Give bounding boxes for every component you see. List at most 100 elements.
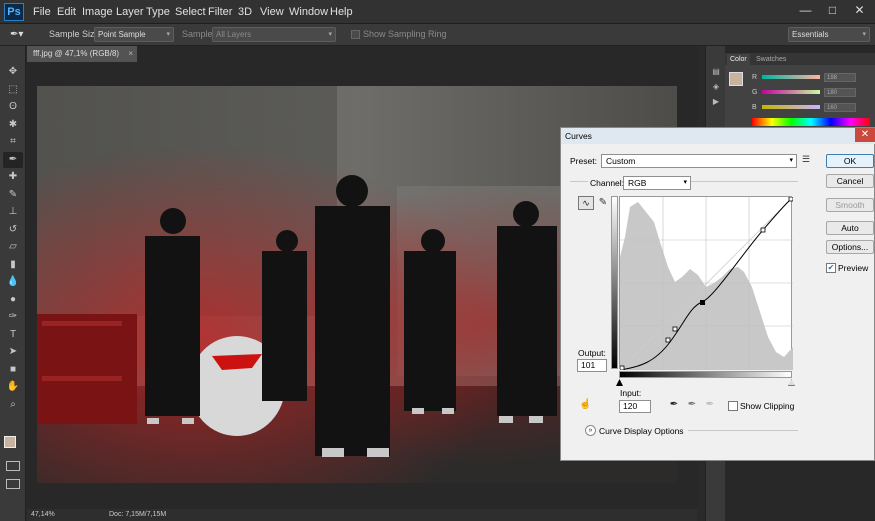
show-sampling-ring-checkbox[interactable] bbox=[351, 30, 360, 39]
move-icon[interactable]: ✥ bbox=[3, 64, 23, 80]
tab-swatches[interactable]: Swatches bbox=[753, 54, 789, 65]
channel-g-label: G bbox=[752, 89, 758, 96]
preview-label: Preview bbox=[838, 263, 869, 273]
gradient-icon[interactable]: ▮ bbox=[3, 257, 23, 273]
channel-g-slider[interactable] bbox=[762, 90, 820, 94]
menu-help[interactable]: Help bbox=[330, 4, 353, 20]
brush-icon[interactable]: ✎ bbox=[3, 187, 23, 203]
zoom-icon[interactable]: ⌕ bbox=[3, 397, 23, 413]
auto-button[interactable]: Auto bbox=[826, 221, 874, 235]
white-eyedropper-icon[interactable]: ✒ bbox=[704, 399, 716, 411]
healing-icon[interactable]: ✚ bbox=[3, 169, 23, 185]
dialog-title: Curves bbox=[561, 128, 875, 144]
menu-type[interactable]: Type bbox=[146, 4, 170, 20]
expand-chevron-icon[interactable]: » bbox=[585, 425, 596, 436]
menu-file[interactable]: File bbox=[33, 4, 51, 20]
menu-select[interactable]: Select bbox=[175, 4, 206, 20]
menu-window[interactable]: Window bbox=[289, 4, 328, 20]
lasso-icon[interactable]: ʘ bbox=[3, 99, 23, 115]
stamp-icon[interactable]: ⊥ bbox=[3, 204, 23, 220]
tab-color[interactable]: Color bbox=[727, 54, 750, 65]
targeted-adjustment-icon[interactable]: ☝ bbox=[579, 399, 593, 411]
pen-icon[interactable]: ✑ bbox=[3, 309, 23, 325]
preset-label: Preset: bbox=[570, 156, 597, 166]
channel-label: Channel: bbox=[588, 178, 627, 188]
curve-edit-points-icon[interactable]: ∿ bbox=[578, 196, 594, 210]
history-panel-icon[interactable]: ▤ bbox=[709, 66, 723, 77]
menu-bar: Ps File Edit Image Layer Type Select Fil… bbox=[0, 0, 875, 24]
status-bar: 47,14% Doc: 7,15M/7,15M bbox=[27, 509, 697, 521]
input-gradient-bar bbox=[619, 371, 792, 378]
chevron-down-icon: ▾ bbox=[683, 179, 687, 186]
sample-select[interactable]: All Layers ▾ bbox=[212, 27, 336, 42]
eyedropper-icon[interactable]: ✒ bbox=[3, 151, 23, 168]
quick-mask-icon[interactable] bbox=[6, 461, 20, 471]
sample-size-value: Point Sample bbox=[98, 30, 146, 39]
history-brush-icon[interactable]: ↺ bbox=[3, 222, 23, 238]
channel-select[interactable]: RGB ▾ bbox=[623, 176, 691, 190]
properties-panel-icon[interactable]: ◈ bbox=[709, 81, 723, 92]
dialog-close-button[interactable]: ✕ bbox=[855, 128, 875, 142]
output-field[interactable]: 101 bbox=[577, 359, 607, 372]
channel-b-value[interactable]: 160 bbox=[824, 103, 856, 112]
marquee-icon[interactable]: ⬚ bbox=[3, 82, 23, 98]
crop-icon[interactable]: ⌗ bbox=[3, 134, 23, 150]
sample-size-select[interactable]: Point Sample ▾ bbox=[94, 27, 174, 42]
color-spectrum-ramp[interactable] bbox=[752, 118, 870, 126]
blur-icon[interactable]: 💧 bbox=[3, 274, 23, 290]
preset-value: Custom bbox=[606, 156, 636, 166]
black-eyedropper-icon[interactable]: ✒ bbox=[668, 399, 680, 411]
actions-panel-icon[interactable]: ▶ bbox=[709, 96, 723, 107]
preview-checkbox[interactable]: ✔ bbox=[826, 263, 836, 273]
sample-label: Sample: bbox=[182, 29, 216, 39]
menu-view[interactable]: View bbox=[260, 4, 284, 20]
hand-icon[interactable]: ✋ bbox=[3, 379, 23, 395]
screen-mode-icon[interactable] bbox=[6, 479, 20, 489]
close-tab-icon[interactable]: × bbox=[128, 46, 133, 62]
show-clipping-checkbox[interactable] bbox=[728, 401, 738, 411]
quick-select-icon[interactable]: ✱ bbox=[3, 117, 23, 133]
preset-select[interactable]: Custom ▾ bbox=[601, 154, 797, 168]
output-label: Output: bbox=[578, 348, 606, 358]
menu-edit[interactable]: Edit bbox=[57, 4, 76, 20]
menu-3d[interactable]: 3D bbox=[238, 4, 252, 20]
input-label: Input: bbox=[620, 388, 642, 398]
foreground-color-preview[interactable] bbox=[729, 72, 743, 86]
smooth-button[interactable]: Smooth bbox=[826, 198, 874, 212]
close-window-button[interactable]: ✕ bbox=[846, 0, 873, 20]
dodge-icon[interactable]: ● bbox=[3, 292, 23, 308]
channel-b-slider[interactable] bbox=[762, 105, 820, 109]
foreground-color-swatch[interactable] bbox=[4, 436, 16, 448]
eyedropper-icon[interactable]: ✒▾ bbox=[10, 27, 32, 42]
document-tab[interactable]: fff.jpg @ 47,1% (RGB/8) × bbox=[27, 46, 137, 62]
eraser-icon[interactable]: ▱ bbox=[3, 239, 23, 255]
document-info: Doc: 7,15M/7,15M bbox=[109, 511, 167, 518]
maximize-button[interactable]: □ bbox=[819, 0, 846, 20]
input-field[interactable]: 120 bbox=[619, 400, 651, 413]
curve-graph[interactable] bbox=[619, 196, 794, 371]
cancel-button[interactable]: Cancel bbox=[826, 174, 874, 188]
preset-options-icon[interactable]: ☰ bbox=[802, 154, 814, 166]
workspace-select[interactable]: Essentials ▾ bbox=[788, 27, 870, 42]
channel-r-slider[interactable] bbox=[762, 75, 820, 79]
show-clipping-label: Show Clipping bbox=[740, 401, 795, 411]
channel-g-value[interactable]: 180 bbox=[824, 88, 856, 97]
ok-button[interactable]: OK bbox=[826, 154, 874, 168]
color-panel-tabs: Color Swatches bbox=[725, 53, 875, 65]
channel-r-value[interactable]: 198 bbox=[824, 73, 856, 82]
curve-display-options-label[interactable]: Curve Display Options bbox=[599, 426, 684, 436]
type-icon[interactable]: T bbox=[3, 327, 23, 343]
menu-image[interactable]: Image bbox=[82, 4, 113, 20]
pencil-icon[interactable]: ✎ bbox=[597, 196, 609, 210]
channel-b-label: B bbox=[752, 104, 757, 111]
shape-icon[interactable]: ■ bbox=[3, 362, 23, 378]
minimize-button[interactable]: — bbox=[792, 0, 819, 20]
options-button[interactable]: Options... bbox=[826, 240, 874, 254]
path-select-icon[interactable]: ➤ bbox=[3, 344, 23, 360]
zoom-level[interactable]: 47,14% bbox=[31, 511, 55, 518]
gray-eyedropper-icon[interactable]: ✒ bbox=[686, 399, 698, 411]
channel-r-label: R bbox=[752, 74, 758, 81]
menu-layer[interactable]: Layer bbox=[116, 4, 144, 20]
menu-filter[interactable]: Filter bbox=[208, 4, 232, 20]
chevron-down-icon: ▾ bbox=[862, 31, 866, 38]
